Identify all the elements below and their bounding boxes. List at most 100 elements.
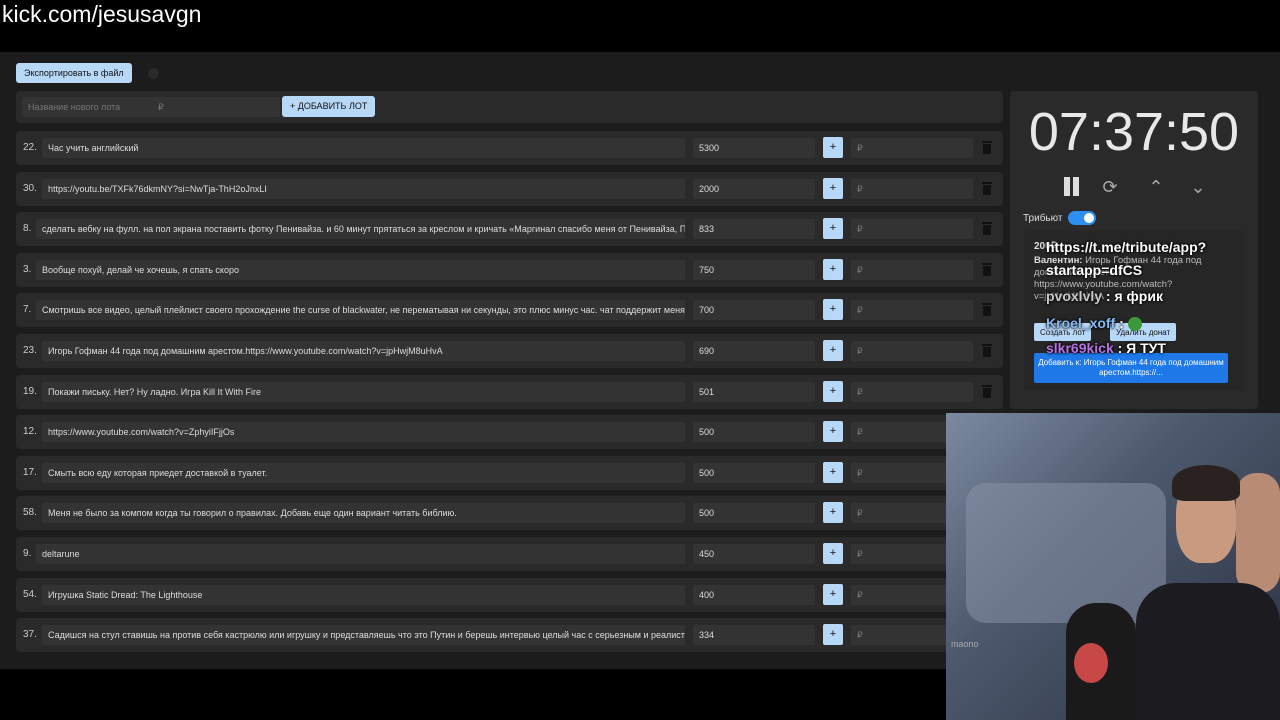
reset-icon[interactable]: ⟳ bbox=[1098, 175, 1122, 199]
timer-controls: ⟳ ⌃ ⌄ bbox=[1050, 175, 1250, 199]
countdown-timer: 07:37:50 bbox=[1028, 102, 1240, 162]
trash-icon[interactable] bbox=[982, 262, 992, 276]
lot-row: 22. Час учить английский 5300 + ₽ bbox=[16, 131, 1003, 165]
add-amount-button[interactable]: + bbox=[823, 218, 843, 240]
export-button[interactable]: Экспортировать в файл bbox=[16, 63, 132, 83]
add-amount-button[interactable]: + bbox=[823, 137, 843, 158]
chat-message: pvoxlvly : я фрик bbox=[1046, 288, 1163, 304]
chat-text: : я фрик bbox=[1102, 288, 1163, 304]
chat-username: slkr69kick bbox=[1046, 340, 1114, 356]
chat-message: slkr69kick : Я ТУТ bbox=[1046, 340, 1166, 356]
add-amount-button[interactable]: + bbox=[823, 258, 843, 280]
lot-title-field[interactable]: Час учить английский bbox=[42, 138, 685, 158]
lot-title-field[interactable]: https://youtu.be/TXFk76dkmNY?si=NwTja-Th… bbox=[42, 178, 685, 199]
lot-number: 54. bbox=[23, 588, 37, 600]
lot-amount-field[interactable]: 5300 bbox=[693, 138, 815, 158]
lot-amount-field[interactable]: 700 bbox=[693, 300, 815, 321]
status-dot bbox=[148, 68, 159, 79]
lot-number: 9. bbox=[23, 547, 32, 559]
chat-text: : bbox=[1115, 315, 1124, 331]
lot-number: 17. bbox=[23, 466, 37, 478]
chevron-down-icon[interactable]: ⌄ bbox=[1186, 175, 1210, 199]
lot-title-field[interactable]: Меня не было за компом когда ты говорил … bbox=[42, 503, 685, 524]
trash-icon[interactable] bbox=[982, 181, 992, 195]
lot-amount-field[interactable]: 334 bbox=[693, 625, 815, 646]
add-amount-input[interactable]: ₽ bbox=[851, 219, 973, 240]
lot-amount-field[interactable]: 500 bbox=[693, 462, 815, 483]
lot-title-field[interactable]: Игорь Гофман 44 года под домашним аресто… bbox=[42, 340, 685, 361]
new-lot-name-input[interactable] bbox=[22, 97, 156, 117]
lot-amount-field[interactable]: 833 bbox=[693, 219, 815, 240]
add-amount-button[interactable]: + bbox=[823, 542, 843, 564]
lot-row: 54. Игрушка Static Dread: The Lighthouse… bbox=[16, 577, 1003, 612]
lot-amount-field[interactable]: 750 bbox=[693, 259, 815, 280]
chat-text: https://t.me/tribute/app? bbox=[1046, 239, 1207, 255]
lot-amount-field[interactable]: 500 bbox=[693, 422, 815, 443]
lot-title-field[interactable]: Вообще похуй, делай че хочешь, я спать с… bbox=[36, 259, 685, 280]
lot-row: 58. Меня не было за компом когда ты гово… bbox=[16, 496, 1003, 531]
add-amount-button[interactable]: + bbox=[823, 299, 843, 321]
add-amount-button[interactable]: + bbox=[823, 583, 843, 605]
add-lot-button[interactable]: + ДОБАВИТЬ ЛОТ bbox=[282, 96, 376, 117]
chat-text: : Я ТУТ bbox=[1113, 340, 1166, 356]
lot-number: 30. bbox=[23, 182, 37, 194]
lot-title-field[interactable]: https://www.youtube.com/watch?v=ZphyiIFj… bbox=[42, 422, 685, 443]
arm bbox=[1236, 473, 1280, 593]
add-amount-button[interactable]: + bbox=[823, 339, 843, 361]
add-amount-button[interactable]: + bbox=[823, 624, 843, 646]
trash-icon[interactable] bbox=[982, 141, 992, 154]
lot-amount-field[interactable]: 501 bbox=[693, 381, 815, 402]
add-amount-button[interactable]: + bbox=[823, 177, 843, 199]
add-amount-button[interactable]: + bbox=[823, 461, 843, 483]
add-amount-input[interactable]: ₽ bbox=[851, 259, 973, 280]
lot-title-field[interactable]: Смотришь все видео, целый плейлист своег… bbox=[36, 300, 685, 321]
lot-title-field[interactable]: Игрушка Static Dread: The Lighthouse bbox=[42, 584, 685, 605]
tribute-toggle[interactable] bbox=[1068, 211, 1096, 225]
lot-title-field[interactable]: Смыть всю еду которая приедет доставкой … bbox=[42, 462, 685, 483]
lot-amount-field[interactable]: 450 bbox=[693, 543, 815, 564]
new-lot-price-input[interactable] bbox=[152, 97, 280, 117]
lot-amount-field[interactable]: 690 bbox=[693, 340, 815, 361]
trash-icon[interactable] bbox=[982, 222, 992, 236]
add-amount-button[interactable]: + bbox=[823, 502, 843, 524]
chat-message: Kroel_xoff : bbox=[1046, 315, 1142, 332]
trash-icon[interactable] bbox=[982, 343, 992, 357]
chevron-up-icon[interactable]: ⌃ bbox=[1144, 175, 1168, 199]
add-amount-input[interactable]: ₽ bbox=[851, 340, 973, 361]
add-amount-input[interactable]: ₽ bbox=[851, 178, 973, 199]
chat-message: startapp=dfCS bbox=[1046, 262, 1142, 278]
chat-username: pvoxlvly bbox=[1046, 288, 1103, 304]
lot-number: 58. bbox=[23, 507, 37, 519]
lot-row: 30. https://youtu.be/TXFk76dkmNY?si=NwTj… bbox=[16, 171, 1003, 206]
lot-title-field[interactable]: Садишся на стул ставишь на против себя к… bbox=[42, 625, 685, 646]
lot-number: 19. bbox=[23, 385, 37, 397]
pause-icon[interactable] bbox=[1060, 175, 1084, 199]
lot-amount-field[interactable]: 2000 bbox=[693, 178, 815, 199]
trash-icon[interactable] bbox=[982, 384, 992, 398]
trash-icon[interactable] bbox=[982, 303, 992, 317]
lot-row: 3. Вообще похуй, делай че хочешь, я спат… bbox=[16, 252, 1003, 287]
chat-username: Kroel_xoff bbox=[1046, 315, 1116, 331]
lot-row: 37. Садишся на стул ставишь на против се… bbox=[16, 618, 1003, 653]
lot-title-field[interactable]: deltarune bbox=[36, 543, 685, 564]
lot-number: 23. bbox=[23, 344, 37, 356]
lot-row: 23. Игорь Гофман 44 года под домашним ар… bbox=[16, 333, 1003, 368]
lot-number: 22. bbox=[23, 142, 37, 153]
add-amount-input[interactable]: ₽ bbox=[851, 138, 973, 158]
lot-amount-field[interactable]: 500 bbox=[693, 503, 815, 524]
lot-number: 8. bbox=[23, 223, 32, 235]
add-amount-button[interactable]: + bbox=[823, 421, 843, 443]
lot-row: 9. deltarune 450 + ₽ bbox=[16, 536, 1003, 571]
webcam-feed: maono bbox=[946, 413, 1280, 720]
toggle-knob bbox=[1084, 213, 1094, 223]
add-amount-button[interactable]: + bbox=[823, 380, 843, 402]
add-amount-input[interactable]: ₽ bbox=[851, 300, 973, 321]
chat-message: https://t.me/tribute/app? bbox=[1046, 239, 1206, 255]
lot-title-field[interactable]: сделать вебку на фулл. на пол экрана пос… bbox=[36, 219, 685, 240]
streamer-hair bbox=[1172, 465, 1240, 501]
lot-title-field[interactable]: Покажи письку. Нет? Ну ладно. Игра Kill … bbox=[42, 381, 685, 402]
bed bbox=[966, 483, 1166, 623]
add-amount-input[interactable]: ₽ bbox=[851, 381, 973, 402]
mic-brand-label: maono bbox=[951, 639, 979, 649]
lot-amount-field[interactable]: 400 bbox=[693, 584, 815, 605]
